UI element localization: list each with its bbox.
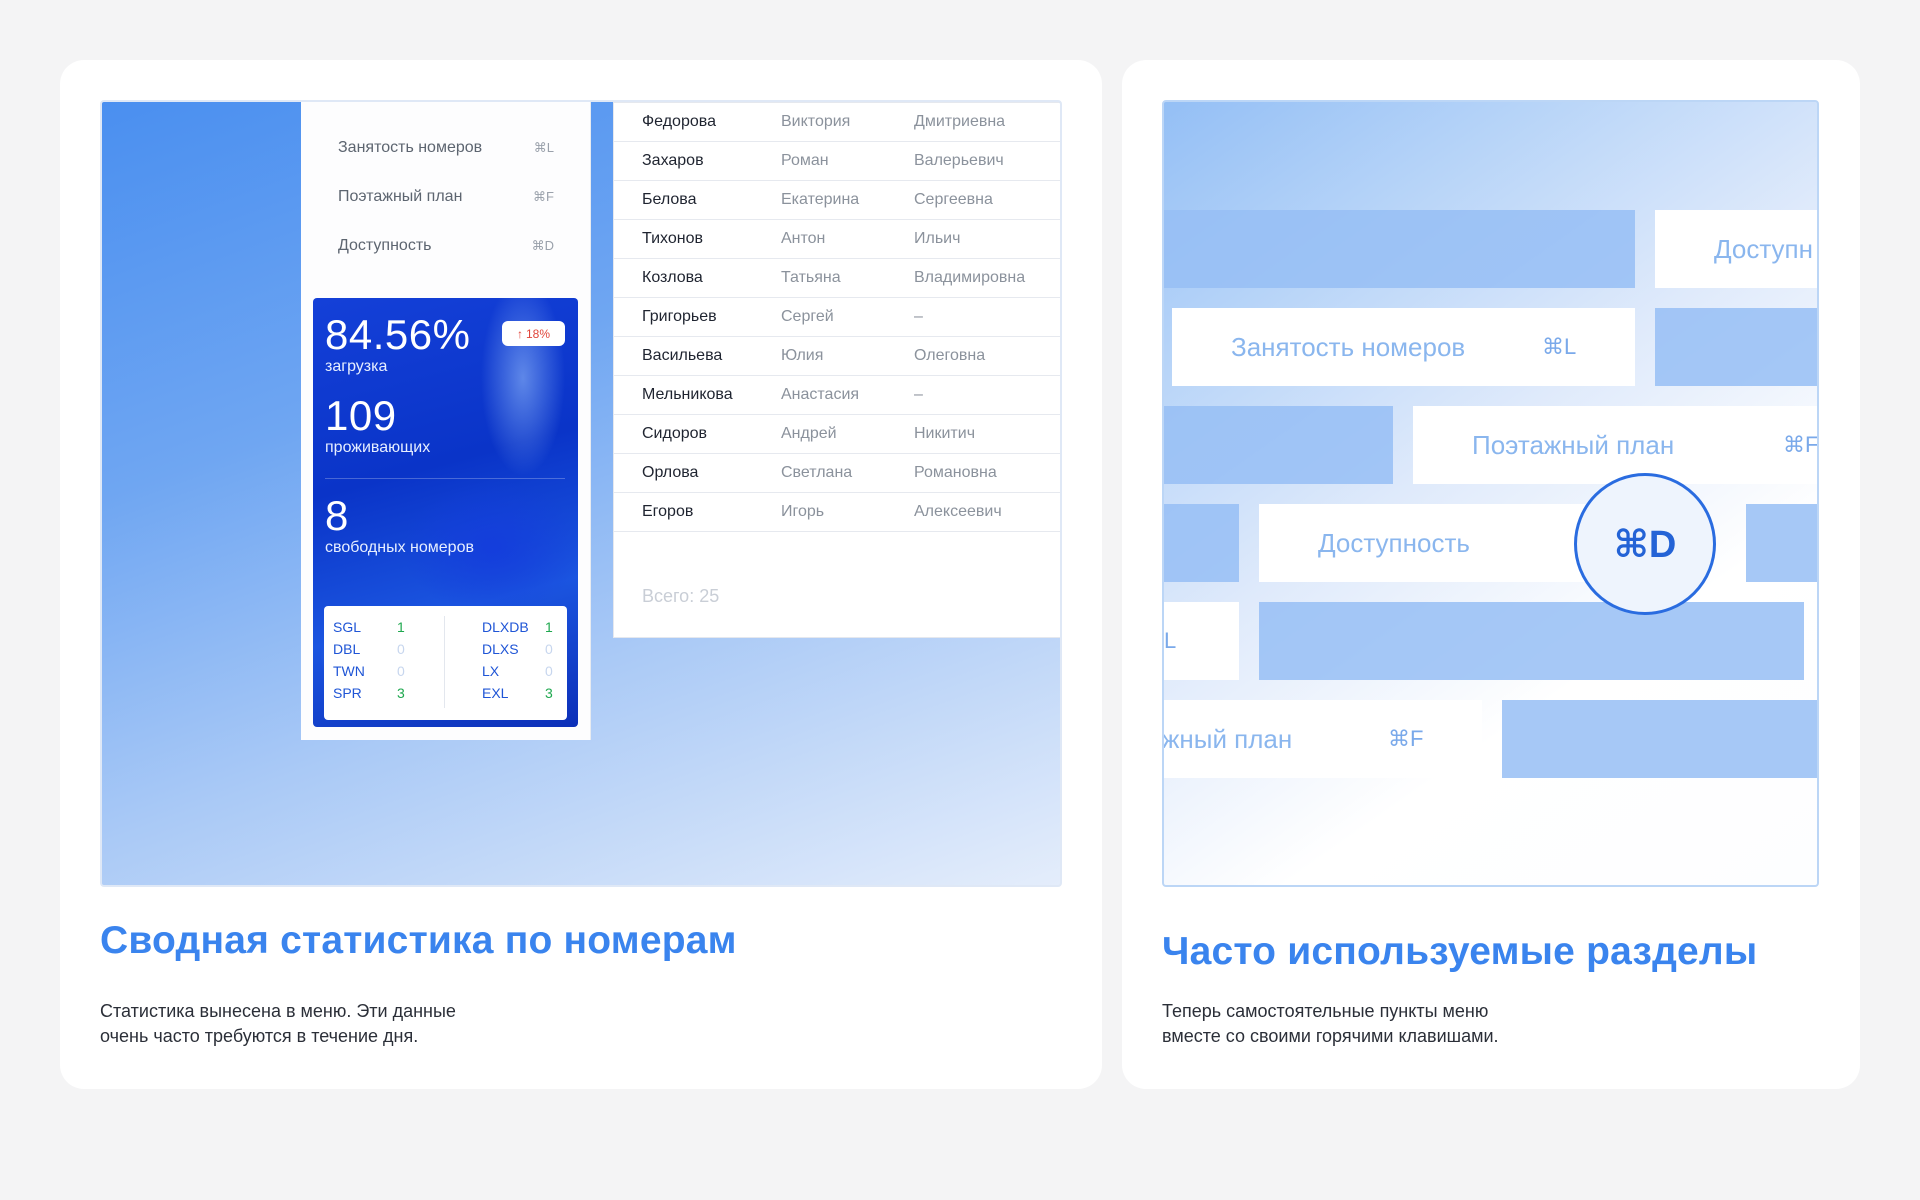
room-type-column-right: DLXDB 1 DLXS 0 LX 0 EXL 3: [482, 616, 562, 704]
description-line: вместе со своими горячими клавишами.: [1162, 1026, 1499, 1046]
stats-widget[interactable]: 84.56% ↑ 18% загрузка 109 проживающих 8 …: [313, 298, 578, 727]
table-row[interactable]: Орлова Светлана Романовна: [614, 454, 1060, 493]
menu-block: [1502, 700, 1817, 778]
room-type-row: SPR 3: [333, 685, 405, 701]
arrow-up-icon: ↑: [516, 326, 523, 341]
menu-block-availability[interactable]: Доступн: [1655, 210, 1817, 288]
menu-block-floor-plan[interactable]: Поэтажный план ⌘F: [1413, 406, 1817, 484]
room-type-divider: [444, 616, 445, 708]
menu-block: [1746, 504, 1817, 582]
table-row[interactable]: Егоров Игорь Алексеевич: [614, 493, 1060, 532]
description-line: Теперь самостоятельные пункты меню: [1162, 1001, 1489, 1021]
side-menu: Занятость номеров ⌘L Поэтажный план ⌘F Д…: [301, 102, 591, 740]
stats-preview: Занятость номеров ⌘L Поэтажный план ⌘F Д…: [100, 100, 1062, 887]
table-row[interactable]: Сидоров Андрей Никитич: [614, 415, 1060, 454]
free-value: 8: [325, 492, 349, 539]
free-label: свободных номеров: [325, 539, 474, 556]
menu-block-occupancy[interactable]: Занятость номеров ⌘L: [1172, 308, 1635, 386]
feature-description: Теперь самостоятельные пункты меню вмест…: [1162, 999, 1499, 1049]
delta-value: 18%: [525, 326, 551, 341]
menu-block: [1164, 504, 1239, 582]
room-type-row: TWN 0: [333, 663, 405, 679]
menu-item-label: Поэтажный план: [338, 188, 463, 205]
table-row[interactable]: Козлова Татьяна Владимировна: [614, 259, 1060, 298]
feature-heading: Часто используемые разделы: [1162, 930, 1758, 973]
room-type-column-left: SGL 1 DBL 0 TWN 0 SPR 3: [333, 616, 413, 704]
table-row[interactable]: Белова Екатерина Сергеевна: [614, 181, 1060, 220]
menu-item-availability[interactable]: Доступность ⌘D: [338, 234, 554, 258]
load-value: 84.56%: [325, 311, 471, 358]
table-row[interactable]: Мельникова Анастасия –: [614, 376, 1060, 415]
shortcuts-preview: Доступн Занятость номеров ⌘L Поэтажный п…: [1162, 100, 1819, 887]
room-type-row: DLXS 0: [482, 641, 553, 657]
room-type-row: EXL 3: [482, 685, 553, 701]
shortcut-label: ⌘D: [531, 238, 554, 253]
list-total: Всего: 25: [642, 586, 720, 606]
menu-block-availability-main[interactable]: Доступность: [1259, 504, 1609, 582]
room-type-row: SGL 1: [333, 619, 405, 635]
room-type-row: DLXDB 1: [482, 619, 553, 635]
room-type-row: LX 0: [482, 663, 553, 679]
menu-item-occupancy[interactable]: Занятость номеров ⌘L: [338, 136, 554, 160]
residents-value: 109: [325, 392, 397, 439]
menu-block: [1259, 602, 1804, 680]
feature-card-stats: Занятость номеров ⌘L Поэтажный план ⌘F Д…: [60, 60, 1102, 1089]
table-row[interactable]: Васильева Юлия Олеговна: [614, 337, 1060, 376]
shortcut-label: ⌘L: [533, 140, 554, 155]
description-line: очень часто требуются в течение дня.: [100, 1026, 419, 1046]
menu-item-label: Занятость номеров: [338, 139, 483, 156]
menu-block: [1164, 210, 1635, 288]
description-line: Статистика вынесена в меню. Эти данные: [100, 1001, 456, 1021]
feature-description: Статистика вынесена в меню. Эти данные о…: [100, 999, 456, 1049]
table-row[interactable]: Захаров Роман Валерьевич: [614, 142, 1060, 181]
table-row[interactable]: Тихонов Антон Ильич: [614, 220, 1060, 259]
room-type-table: SGL 1 DBL 0 TWN 0 SPR 3 DLXDB 1 DLXS 0 LX 0 EXL…: [324, 606, 567, 720]
menu-block-occupancy-fragment[interactable]: L: [1164, 602, 1239, 680]
stats-divider: [325, 478, 565, 479]
menu-item-floor-plan[interactable]: Поэтажный план ⌘F: [338, 185, 554, 209]
menu-block: [1164, 406, 1393, 484]
menu-item-label: Доступность: [338, 237, 432, 254]
feature-card-shortcuts: Доступн Занятость номеров ⌘L Поэтажный п…: [1122, 60, 1860, 1089]
menu-block-floor-plan-fragment[interactable]: жный план ⌘F: [1164, 700, 1482, 778]
residents-label: проживающих: [325, 439, 431, 456]
shortcut-label: ⌘F: [533, 189, 554, 204]
room-type-row: DBL 0: [333, 641, 405, 657]
delta-badge: ↑ 18%: [502, 321, 565, 346]
shortcut-highlight: ⌘D: [1574, 473, 1716, 615]
guest-list: Федорова Виктория Дмитриевна Захаров Роман В…: [613, 102, 1060, 638]
feature-heading: Сводная статистика по номерам: [100, 919, 737, 962]
load-label: загрузка: [325, 358, 388, 375]
table-row[interactable]: Григорьев Сергей –: [614, 298, 1060, 337]
menu-block: [1655, 308, 1817, 386]
table-row[interactable]: Федорова Виктория Дмитриевна: [614, 103, 1060, 142]
